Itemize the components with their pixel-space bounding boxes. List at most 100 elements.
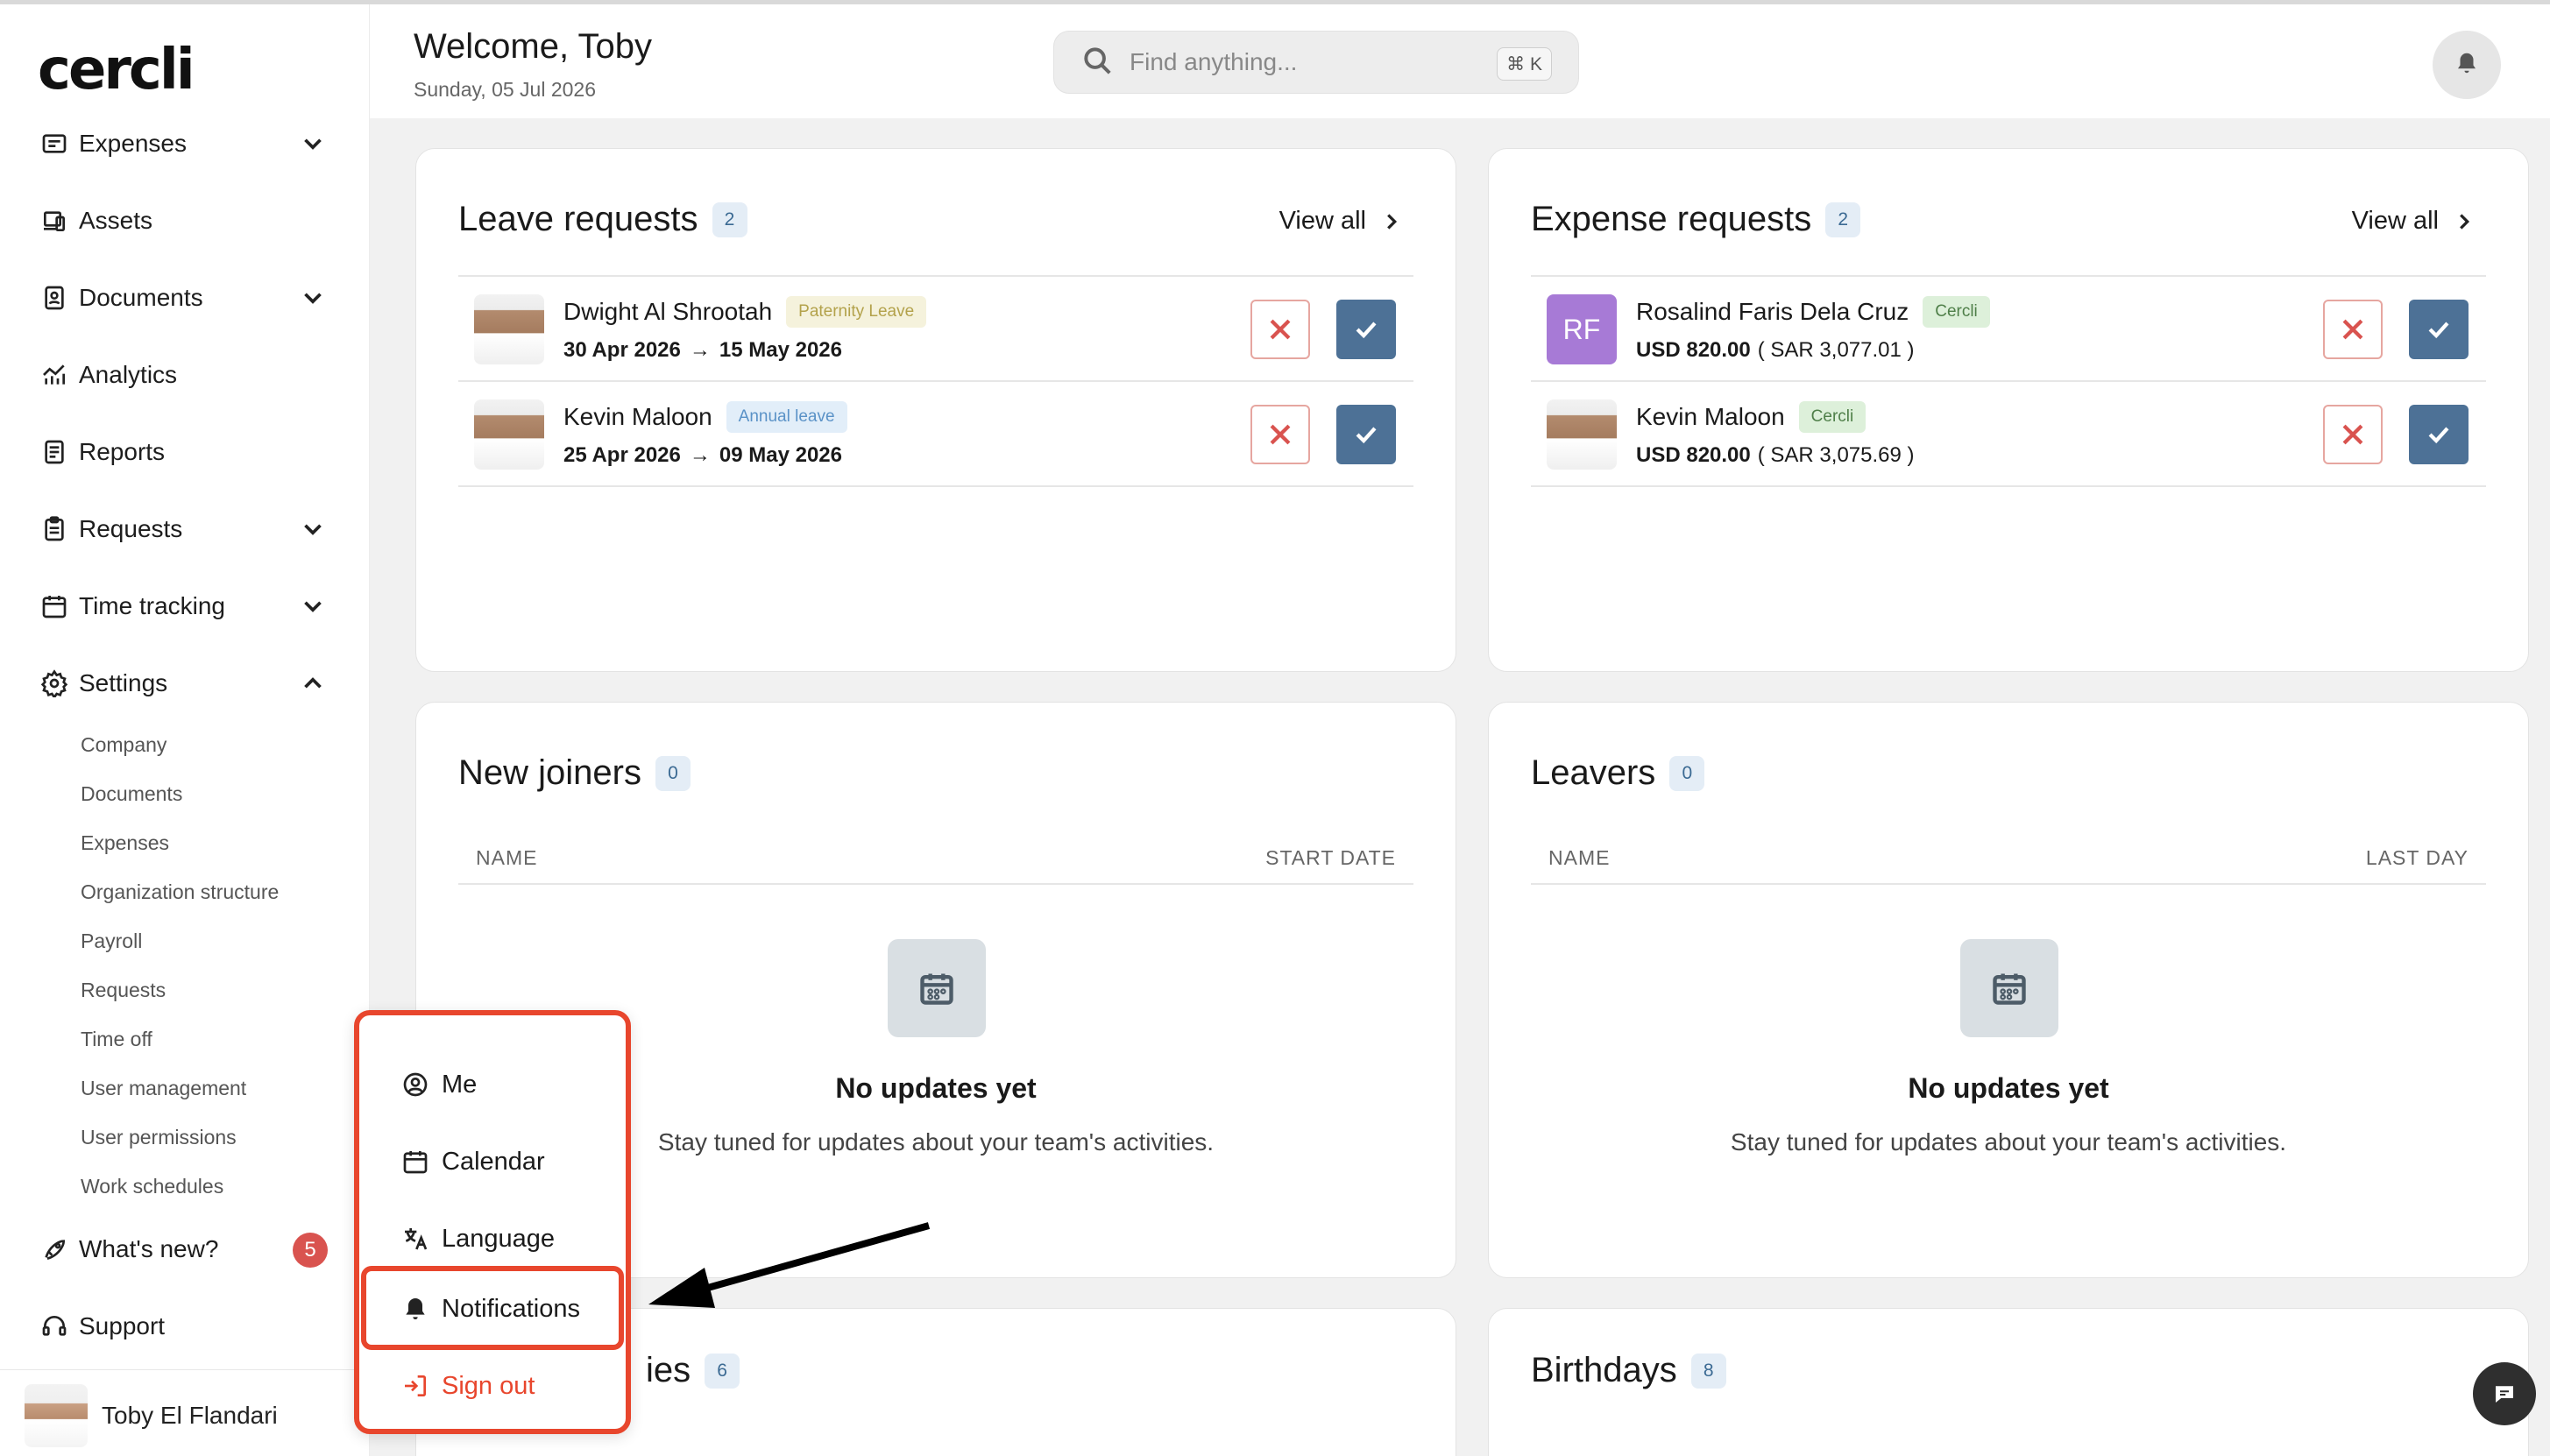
settings-sub-time-off[interactable]: Time off bbox=[81, 1028, 152, 1051]
receipt-icon bbox=[39, 128, 70, 159]
card-title: New joiners 0 bbox=[458, 753, 691, 793]
calendar-icon bbox=[39, 590, 70, 622]
check-icon bbox=[1356, 427, 1377, 444]
search-input[interactable]: Find anything... ⌘ K bbox=[1053, 31, 1579, 94]
approve-button[interactable] bbox=[2409, 300, 2469, 359]
company-tag: Cercli bbox=[1798, 401, 1866, 433]
sidebar-item-documents[interactable]: Documents bbox=[39, 276, 328, 320]
new-joiners-title: New joiners bbox=[458, 753, 641, 792]
settings-sub-requests[interactable]: Requests bbox=[81, 979, 166, 1002]
settings-sub-organization-structure[interactable]: Organization structure bbox=[81, 880, 279, 904]
requester-name[interactable]: Kevin Maloon bbox=[1636, 403, 1785, 431]
sidebar-item-analytics[interactable]: Analytics bbox=[39, 353, 328, 397]
notifications-button[interactable] bbox=[2433, 31, 2501, 99]
count-badge: 2 bbox=[712, 201, 747, 237]
view-all-link[interactable]: View all bbox=[2352, 207, 2477, 236]
sidebar-item-whats-new[interactable]: What's new? 5 bbox=[39, 1227, 328, 1271]
requester-name[interactable]: Dwight Al Shrootah bbox=[563, 298, 772, 326]
close-icon bbox=[1270, 424, 1291, 445]
count-badge: 0 bbox=[655, 755, 691, 791]
whats-new-count-badge: 5 bbox=[293, 1233, 328, 1268]
menu-item-me[interactable]: Me bbox=[359, 1054, 626, 1115]
view-all-label: View all bbox=[2351, 207, 2439, 235]
settings-sub-expenses[interactable]: Expenses bbox=[81, 831, 169, 855]
table-header: NAME LAST DAY bbox=[1531, 830, 2486, 885]
chevron-up-icon[interactable] bbox=[298, 668, 328, 698]
column-header-start-date: START DATE bbox=[1265, 846, 1396, 869]
user-menu-popup: Me Calendar Language Notifications Sign … bbox=[354, 1010, 631, 1434]
chevron-down-icon[interactable] bbox=[298, 591, 328, 621]
settings-sub-documents[interactable]: Documents bbox=[81, 782, 182, 806]
settings-sub-payroll[interactable]: Payroll bbox=[81, 929, 142, 953]
menu-item-label: Language bbox=[442, 1224, 556, 1253]
sidebar-item-assets[interactable]: Assets bbox=[39, 199, 328, 243]
company-tag: Cercli bbox=[1923, 296, 1990, 328]
user-name: Toby El Flandari bbox=[102, 1401, 278, 1429]
column-header-name: NAME bbox=[476, 846, 538, 869]
empty-state-message: Stay tuned for updates about your team's… bbox=[1730, 1128, 2287, 1156]
check-icon bbox=[2428, 427, 2449, 444]
requester: Dwight Al Shrootah Paternity Leave bbox=[563, 296, 927, 328]
sidebar-item-time-tracking[interactable]: Time tracking bbox=[39, 584, 328, 628]
chevron-right-icon bbox=[1387, 213, 1398, 230]
settings-sub-work-schedules[interactable]: Work schedules bbox=[81, 1175, 223, 1198]
reject-button[interactable] bbox=[1250, 300, 1310, 359]
settings-sub-user-management[interactable]: User management bbox=[81, 1077, 246, 1100]
converted-amount: ( SAR 3,077.01 ) bbox=[1757, 338, 1915, 362]
close-icon bbox=[1270, 319, 1291, 340]
chevron-down-icon[interactable] bbox=[298, 129, 328, 159]
leave-type-tag: Annual leave bbox=[726, 401, 847, 433]
reject-button[interactable] bbox=[1250, 405, 1310, 464]
menu-item-label: Me bbox=[442, 1070, 478, 1099]
expense-requests-title: Expense requests bbox=[1531, 200, 1812, 238]
requester: Kevin Maloon Annual leave bbox=[563, 401, 847, 433]
sidebar-item-label: Assets bbox=[79, 207, 153, 234]
sidebar-item-requests[interactable]: Requests bbox=[39, 507, 328, 551]
app-logo[interactable]: cercli bbox=[38, 38, 195, 102]
requester-name[interactable]: Kevin Maloon bbox=[563, 403, 712, 431]
table-header: NAME START DATE bbox=[458, 830, 1413, 885]
table-row: Kevin Maloon Annual leave 25 Apr 2026 → … bbox=[458, 382, 1413, 487]
expense-amount: USD 820.00 ( SAR 3,077.01 ) bbox=[1636, 338, 1915, 363]
menu-item-calendar[interactable]: Calendar bbox=[359, 1131, 626, 1192]
sidebar-item-reports[interactable]: Reports bbox=[39, 430, 328, 474]
birthdays-title: Birthdays bbox=[1531, 1351, 1677, 1389]
empty-calendar-icon bbox=[888, 939, 986, 1037]
leave-requests-card: Leave requests 2 View all Dwight Al Shro… bbox=[415, 148, 1456, 672]
requester: Kevin Maloon Cercli bbox=[1636, 401, 1866, 433]
menu-item-sign-out[interactable]: Sign out bbox=[359, 1355, 626, 1417]
sidebar-item-settings[interactable]: Settings bbox=[39, 661, 328, 705]
settings-sub-user-permissions[interactable]: User permissions bbox=[81, 1126, 237, 1149]
chat-icon bbox=[2496, 1386, 2513, 1403]
settings-sub-company[interactable]: Company bbox=[81, 733, 166, 757]
count-badge: 8 bbox=[1690, 1353, 1726, 1389]
chevron-down-icon[interactable] bbox=[298, 514, 328, 544]
anniversaries-title: ies bbox=[646, 1351, 691, 1389]
menu-item-notifications[interactable]: Notifications bbox=[359, 1278, 626, 1339]
chevron-down-icon[interactable] bbox=[298, 283, 328, 313]
sidebar-item-support[interactable]: Support bbox=[39, 1304, 328, 1348]
sidebar-item-label: Expenses bbox=[79, 130, 187, 157]
approve-button[interactable] bbox=[2409, 405, 2469, 464]
reject-button[interactable] bbox=[2323, 300, 2383, 359]
search-icon bbox=[1080, 44, 1114, 81]
empty-state-title: No updates yet bbox=[1908, 1072, 2109, 1104]
approve-button[interactable] bbox=[1336, 300, 1396, 359]
reject-button[interactable] bbox=[2323, 405, 2383, 464]
view-all-link[interactable]: View all bbox=[1279, 207, 1405, 236]
requester-name[interactable]: Rosalind Faris Dela Cruz bbox=[1636, 298, 1909, 326]
chat-button[interactable] bbox=[2473, 1362, 2536, 1425]
sidebar-item-expenses[interactable]: Expenses bbox=[39, 122, 328, 166]
column-header-last-day: LAST DAY bbox=[2365, 846, 2469, 869]
birthdays-card: Birthdays 8 bbox=[1488, 1308, 2529, 1456]
close-icon bbox=[2342, 424, 2363, 445]
table-row: RF Rosalind Faris Dela Cruz Cercli USD 8… bbox=[1531, 277, 2486, 382]
current-user[interactable]: Toby El Flandari bbox=[0, 1369, 370, 1456]
date-range: 30 Apr 2026 → 15 May 2026 bbox=[563, 338, 842, 363]
avatar bbox=[25, 1383, 88, 1447]
avatar: RF bbox=[1547, 294, 1617, 364]
approve-button[interactable] bbox=[1336, 405, 1396, 464]
menu-item-language[interactable]: Language bbox=[359, 1208, 626, 1269]
start-date: 30 Apr 2026 bbox=[563, 338, 681, 362]
arrow-right-icon: → bbox=[689, 338, 711, 362]
